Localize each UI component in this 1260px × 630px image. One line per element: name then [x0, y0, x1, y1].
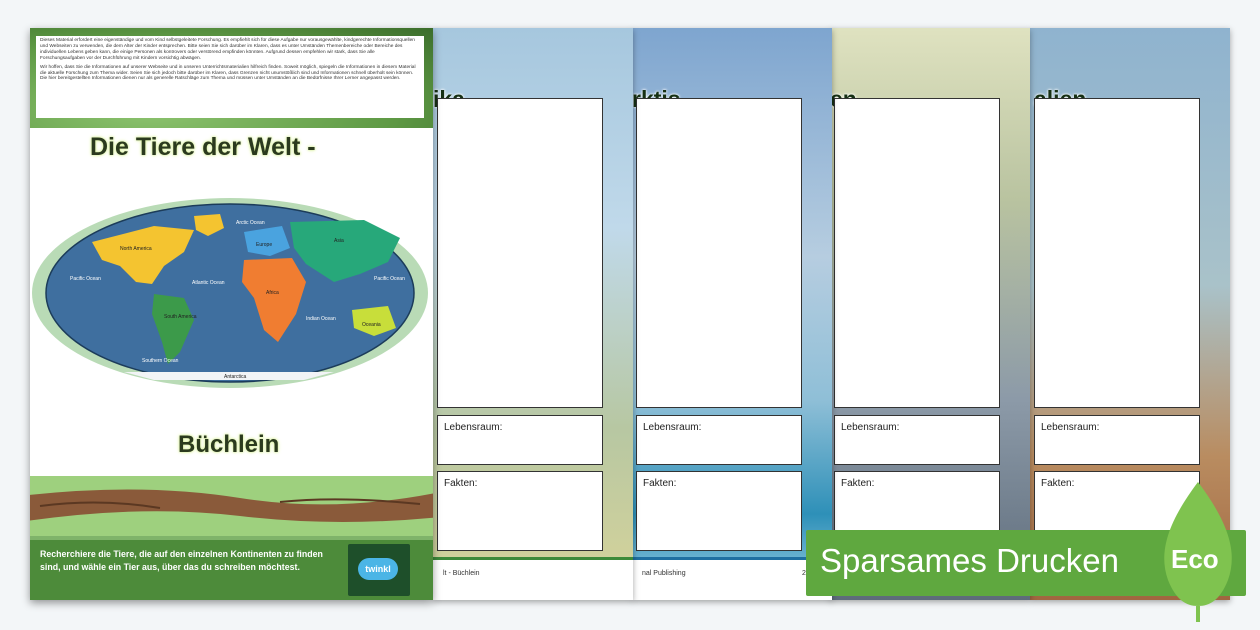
eco-banner-label: Sparsames Drucken [820, 542, 1119, 579]
habitat-field[interactable]: Lebensraum: [834, 415, 1000, 465]
habitat-field[interactable]: Lebensraum: [437, 415, 603, 465]
page-footer: nal Publishing 2 [632, 557, 832, 600]
footer-left-text: nal Publishing [642, 570, 686, 577]
eco-print-banner: Sparsames Drucken Eco [806, 482, 1246, 622]
map-label-antarctica: Antarctica [224, 374, 246, 380]
teacher-note: Dieses Material erfordert eine eigenstän… [36, 36, 424, 118]
eco-badge-text: Eco [1171, 544, 1219, 574]
twinkl-logo: twinkl [348, 544, 410, 596]
facts-label: Fakten: [1041, 478, 1075, 489]
habitat-field[interactable]: Lebensraum: [1034, 415, 1200, 465]
teacher-note-paragraph-2: Wir hoffen, dass Sie die Informationen a… [40, 64, 416, 82]
map-label-pacific-east: Pacific Ocean [374, 276, 405, 282]
cover-instruction-bar: Recherchiere die Tiere, die auf den einz… [30, 540, 433, 600]
habitat-label: Lebensraum: [643, 422, 702, 433]
habitat-label: Lebensraum: [444, 422, 503, 433]
facts-field[interactable]: Fakten: [437, 471, 603, 551]
map-label-pacific-west: Pacific Ocean [70, 276, 101, 282]
habitat-field[interactable]: Lebensraum: [636, 415, 802, 465]
page-footer: lt - Büchlein [433, 557, 633, 600]
map-label-europe: Europe [256, 242, 272, 248]
teacher-note-paragraph-1: Dieses Material erfordert eine eigenstän… [40, 38, 415, 61]
map-label-africa: Africa [266, 290, 279, 296]
worksheet-page-3: rktis Lebensraum: Fakten: nal Publishing… [632, 28, 832, 600]
cover-subtitle: Büchlein [178, 431, 280, 458]
facts-label: Fakten: [643, 478, 677, 489]
map-label-southern: Southern Ocean [142, 358, 179, 364]
map-label-arctic: Arctic Ocean [236, 220, 265, 226]
world-map: Arctic Ocean North America Europe Asia P… [45, 203, 415, 383]
instruction-text: Recherchiere die Tiere, die auf den einz… [40, 549, 323, 572]
facts-field[interactable]: Fakten: [636, 471, 802, 551]
footer-left-text: lt - Büchlein [443, 570, 480, 577]
cover-title: Die Tiere der Welt - [90, 133, 316, 161]
animal-picture-box[interactable] [834, 98, 1000, 408]
worksheet-page-4: ika Lebensraum: Fakten: lt - Büchlein [433, 28, 633, 600]
habitat-label: Lebensraum: [841, 422, 900, 433]
twinkl-logo-text: twinkl [358, 558, 398, 580]
map-label-atlantic: Atlantic Ocean [192, 280, 225, 286]
tree-branch-illustration [30, 476, 433, 536]
map-label-north-america: North America [120, 246, 152, 252]
animal-picture-box[interactable] [1034, 98, 1200, 408]
map-label-asia: Asia [334, 238, 344, 244]
map-label-south-america: South America [164, 314, 197, 320]
map-label-indian: Indian Ocean [306, 316, 336, 322]
animal-picture-box[interactable] [636, 98, 802, 408]
worksheet-page-2: en Lebensraum: Fakten: [830, 28, 1030, 600]
habitat-label: Lebensraum: [1041, 422, 1100, 433]
facts-label: Fakten: [841, 478, 875, 489]
animal-picture-box[interactable] [437, 98, 603, 408]
facts-label: Fakten: [444, 478, 478, 489]
map-label-oceania: Oceania [362, 322, 381, 328]
cover-page: Dieses Material erfordert eine eigenstän… [30, 28, 433, 600]
